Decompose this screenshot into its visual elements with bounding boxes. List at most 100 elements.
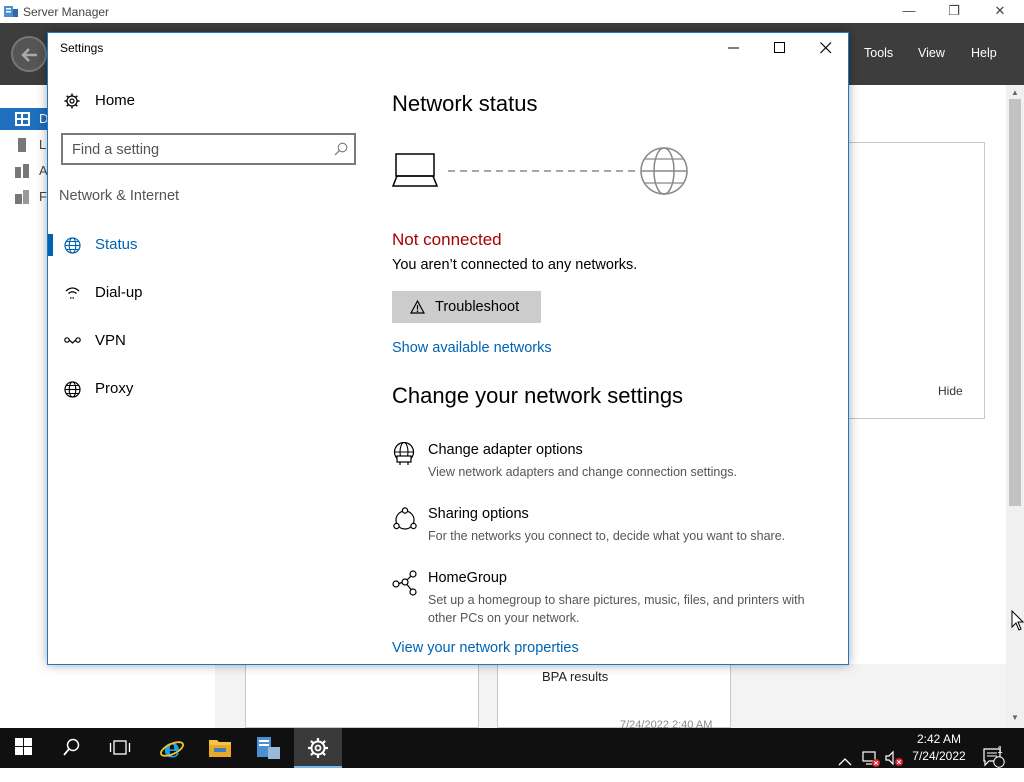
- adapter-icon: [393, 442, 415, 465]
- gear-icon: [64, 93, 80, 109]
- sm-menu-view[interactable]: View: [918, 46, 945, 60]
- network-status-heading: Network status: [392, 91, 538, 116]
- notification-count-badge: 1: [997, 745, 1003, 756]
- sm-sidebar-item-file[interactable]: F: [0, 186, 48, 208]
- nav-item-proxy[interactable]: Proxy: [48, 372, 358, 406]
- clock-date: 7/24/2022: [912, 749, 966, 763]
- sharing-icon: [393, 507, 417, 530]
- chevron-up-icon[interactable]: [838, 742, 852, 782]
- troubleshoot-button[interactable]: Troubleshoot: [392, 291, 541, 323]
- warning-icon: [410, 300, 425, 314]
- dashboard-icon: [15, 112, 30, 126]
- homegroup-option[interactable]: HomeGroup Set up a homegroup to share pi…: [392, 570, 822, 626]
- globe-icon: [64, 237, 81, 254]
- minimize-icon: [728, 47, 739, 49]
- nav-section-label: Network & Internet: [59, 188, 180, 204]
- sm-scroll-thumb[interactable]: [1009, 99, 1021, 506]
- laptop-icon: [392, 153, 439, 187]
- taskbar-clock[interactable]: 2:42 AM 7/24/2022: [905, 731, 973, 765]
- sm-menu-tools[interactable]: Tools: [864, 46, 893, 60]
- internet-explorer-icon: e: [160, 735, 184, 761]
- settings-window-title: Settings: [60, 41, 104, 55]
- sm-tile: [245, 664, 479, 728]
- taskbar-settings[interactable]: [294, 728, 342, 768]
- taskbar-search-button[interactable]: [48, 728, 96, 768]
- nav-active-indicator: [48, 234, 53, 256]
- internet-globe-icon: [640, 147, 688, 195]
- sm-sidebar-item-all[interactable]: A: [0, 160, 48, 182]
- back-arrow-icon: [21, 48, 37, 62]
- nav-home-label: Home: [95, 92, 136, 109]
- windows-logo-icon: [15, 738, 32, 755]
- taskbar: e 2:42 AM 7/24/2022 1: [0, 728, 1024, 768]
- scroll-down-icon[interactable]: ▼: [1006, 713, 1024, 722]
- option-description: Set up a homegroup to share pictures, mu…: [428, 593, 805, 625]
- taskbar-file-explorer[interactable]: [196, 728, 244, 768]
- troubleshoot-label: Troubleshoot: [435, 299, 520, 315]
- option-title: HomeGroup: [428, 570, 507, 586]
- clock-time: 2:42 AM: [916, 732, 962, 746]
- dialup-icon: [65, 287, 80, 299]
- vpn-icon: [64, 337, 81, 344]
- sm-sidebar-label: L: [39, 137, 47, 152]
- nav-item-vpn[interactable]: VPN: [48, 324, 358, 358]
- settings-minimize-button[interactable]: [711, 33, 757, 63]
- sm-welcome-panel: [848, 142, 985, 419]
- taskbar-server-manager[interactable]: [244, 728, 292, 768]
- settings-close-button[interactable]: [803, 33, 848, 63]
- network-properties-link[interactable]: View your network properties: [392, 640, 579, 656]
- connection-status-title: Not connected: [392, 230, 502, 249]
- action-center-icon[interactable]: [983, 738, 1005, 778]
- mouse-cursor-icon: [1011, 610, 1024, 631]
- gear-icon: [308, 738, 328, 758]
- sm-sidebar-item-local[interactable]: L: [0, 134, 48, 156]
- sm-restore-button[interactable]: ❐: [931, 0, 977, 23]
- settings-window: Settings Home Network & Internet: [47, 32, 849, 665]
- server-manager-icon: [4, 6, 18, 17]
- nav-item-label: Status: [95, 236, 138, 253]
- folder-icon: [209, 740, 231, 757]
- nav-item-label: Proxy: [95, 380, 134, 397]
- start-button[interactable]: [0, 728, 48, 768]
- change-adapter-option[interactable]: Change adapter options View network adap…: [392, 442, 822, 479]
- connection-status-desc: You aren’t connected to any networks.: [392, 257, 638, 273]
- sm-close-button[interactable]: ✕: [977, 0, 1023, 23]
- settings-maximize-button[interactable]: [757, 33, 803, 63]
- sharing-options-option[interactable]: Sharing options For the networks you con…: [392, 506, 822, 543]
- sm-sidebar-item-dashboard[interactable]: D: [0, 108, 48, 130]
- sm-hide-link[interactable]: Hide: [938, 384, 963, 398]
- sm-bpa-results[interactable]: BPA results: [542, 669, 608, 684]
- server-icon: [18, 138, 26, 152]
- volume-muted-icon[interactable]: [885, 739, 905, 779]
- homegroup-icon: [392, 570, 417, 596]
- nav-item-dialup[interactable]: Dial-up: [48, 276, 358, 310]
- task-view-icon: [109, 740, 131, 755]
- nav-item-label: VPN: [95, 332, 126, 349]
- change-settings-heading: Change your network settings: [392, 383, 684, 408]
- maximize-icon: [774, 42, 785, 53]
- sm-sidebar-label: F: [39, 189, 47, 204]
- server-manager-titlebar: Server Manager — ❐ ✕: [0, 0, 1024, 23]
- network-disconnected-icon[interactable]: [861, 739, 881, 779]
- settings-search-input[interactable]: [72, 140, 322, 160]
- svg-text:e: e: [164, 735, 181, 761]
- sm-back-button[interactable]: [11, 36, 47, 72]
- sm-menu-help[interactable]: Help: [971, 46, 997, 60]
- taskbar-internet-explorer[interactable]: e: [148, 728, 196, 768]
- settings-search-box[interactable]: [61, 133, 356, 165]
- scroll-up-icon[interactable]: ▲: [1006, 88, 1024, 97]
- search-icon[interactable]: [334, 142, 348, 156]
- option-description: View network adapters and change connect…: [428, 465, 737, 479]
- search-icon: [63, 738, 80, 756]
- show-networks-link[interactable]: Show available networks: [392, 340, 552, 356]
- sm-sidebar: D L A F: [0, 108, 48, 228]
- close-icon: [820, 42, 832, 54]
- sm-minimize-button[interactable]: —: [886, 0, 932, 23]
- nav-item-status[interactable]: Status: [48, 228, 358, 262]
- option-title: Sharing options: [428, 506, 529, 522]
- task-view-button[interactable]: [96, 728, 144, 768]
- option-title: Change adapter options: [428, 442, 583, 458]
- nav-item-label: Dial-up: [95, 284, 143, 301]
- globe-icon: [64, 381, 81, 398]
- servers-icon: [15, 164, 29, 178]
